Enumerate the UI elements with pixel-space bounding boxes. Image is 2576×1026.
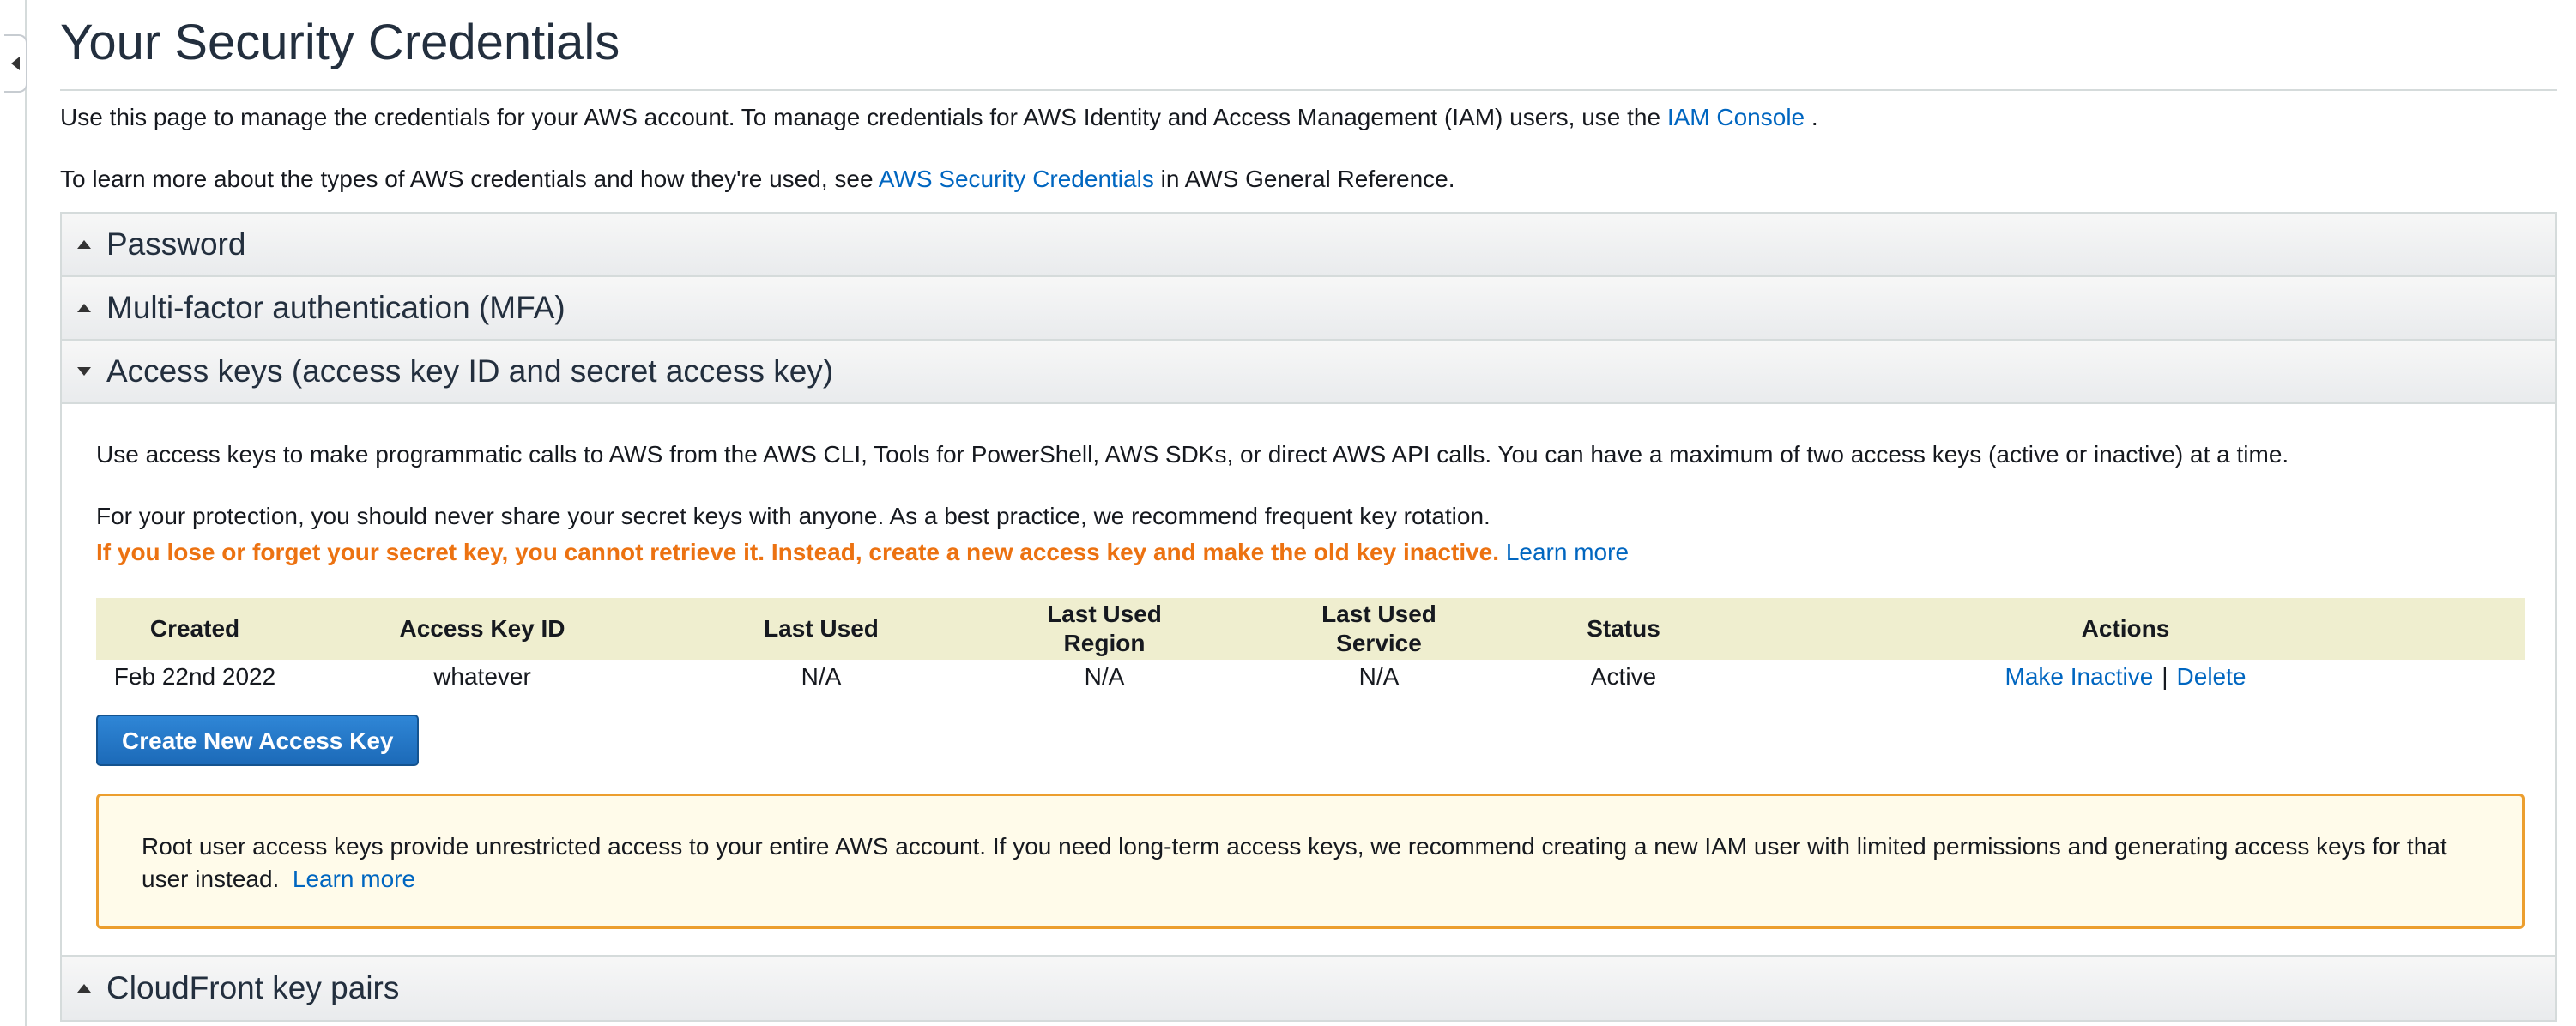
last-used-service-cell: N/A: [1358, 663, 1400, 690]
protection-note: For your protection, you should never sh…: [96, 503, 1491, 529]
root-user-warning-alert: Root user access keys provide unrestrict…: [96, 794, 2525, 929]
access-keys-table: Created Access Key ID Last Used Last Use…: [96, 598, 2525, 694]
access-keys-description: Use access keys to make programmatic cal…: [96, 441, 2289, 468]
page-title: Your Security Credentials: [60, 15, 620, 70]
aws-security-credentials-link[interactable]: AWS Security Credentials: [879, 166, 1154, 192]
last-used-cell: N/A: [801, 663, 842, 690]
section-access-keys-header[interactable]: Access keys (access key ID and secret ac…: [62, 341, 2555, 404]
expand-icon: [77, 304, 91, 312]
sidebar-toggle-button[interactable]: [4, 34, 27, 93]
last-used-region-cell: N/A: [1084, 663, 1125, 690]
section-mfa-header[interactable]: Multi-factor authentication (MFA): [62, 277, 2555, 341]
learn-more-link[interactable]: Learn more: [1506, 539, 1629, 565]
intro-paragraph-1: Use this page to manage the credentials …: [60, 103, 2557, 132]
intro-end-2: in AWS General Reference.: [1160, 166, 1455, 192]
alert-text: Root user access keys provide unrestrict…: [142, 833, 2447, 892]
section-label: Multi-factor authentication (MFA): [106, 290, 565, 325]
expand-icon: [77, 240, 91, 249]
created-cell: Feb 22nd 2022: [113, 663, 276, 690]
intro-text-1: Use this page to manage the credentials …: [60, 104, 1661, 130]
table-header-row: Created Access Key ID Last Used Last Use…: [96, 598, 2525, 660]
warning-text: If you lose or forget your secret key, y…: [96, 539, 1500, 565]
table-row: Feb 22nd 2022 whatever N/A N/A N/A Activ…: [96, 660, 2525, 694]
alert-learn-more-link[interactable]: Learn more: [293, 866, 415, 892]
main-content: Your Security Credentials Use this page …: [60, 0, 2557, 1022]
section-password-header[interactable]: Password: [62, 214, 2555, 277]
alert-message: Root user access keys provide unrestrict…: [142, 830, 2479, 896]
collapse-left-icon: [10, 57, 20, 70]
credentials-accordion: Password Multi-factor authentication (MF…: [60, 212, 2557, 1022]
title-divider: [60, 89, 2557, 91]
column-header: Status: [1521, 598, 1726, 660]
column-header: Created: [96, 598, 293, 660]
status-cell: Active: [1590, 663, 1657, 690]
access-keys-panel: Use access keys to make programmatic cal…: [62, 404, 2555, 957]
intro-paragraph-2: To learn more about the types of AWS cre…: [60, 165, 2557, 194]
secret-key-warning: If you lose or forget your secret key, y…: [96, 538, 2521, 567]
section-cloudfront-header[interactable]: CloudFront key pairs: [62, 957, 2555, 1020]
section-label: Password: [106, 226, 246, 262]
intro-text-2: To learn more about the types of AWS cre…: [60, 166, 874, 192]
left-sidebar-rail: [0, 0, 27, 1026]
access-key-id-cell: whatever: [433, 663, 531, 690]
column-header: Access Key ID: [293, 598, 671, 660]
section-label: Access keys (access key ID and secret ac…: [106, 353, 834, 389]
intro-end-1: .: [1811, 104, 1818, 130]
action-separator: |: [2162, 663, 2168, 690]
make-inactive-link[interactable]: Make Inactive: [2005, 663, 2154, 690]
collapse-icon: [77, 367, 91, 376]
column-header: Last Used: [671, 598, 971, 660]
expand-icon: [77, 984, 91, 993]
create-new-access-key-button[interactable]: Create New Access Key: [96, 715, 420, 766]
column-header: Last Used Region: [971, 598, 1237, 660]
iam-console-link[interactable]: IAM Console: [1667, 104, 1805, 130]
column-header: Actions: [1726, 598, 2525, 660]
column-header: Last Used Service: [1237, 598, 1521, 660]
delete-link[interactable]: Delete: [2177, 663, 2246, 690]
section-label: CloudFront key pairs: [106, 970, 400, 1005]
actions-cell: Make Inactive | Delete: [1726, 660, 2525, 694]
